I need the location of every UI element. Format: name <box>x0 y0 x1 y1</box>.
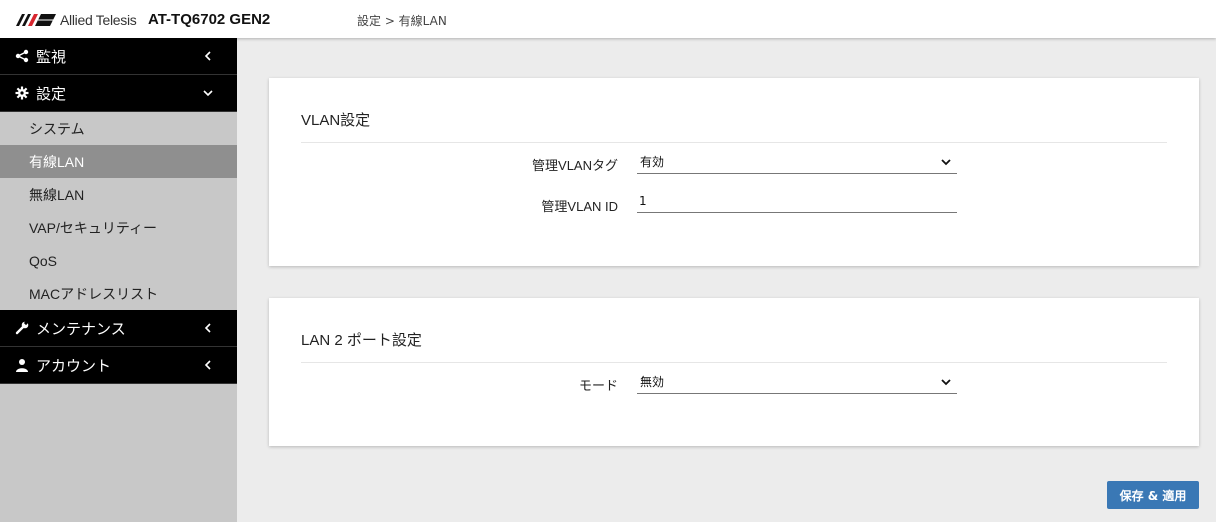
chevron-left-icon <box>204 51 211 61</box>
card-title: LAN 2 ポート設定 <box>301 332 422 349</box>
chevron-left-icon <box>204 360 211 370</box>
sidebar-item-qos[interactable]: QoS <box>0 244 237 277</box>
management-vlan-tag-select[interactable]: 有効 <box>637 150 957 174</box>
card-divider <box>301 362 1167 363</box>
brand-logo: Allied Telesis <box>16 12 137 28</box>
allied-telesis-logo-icon <box>16 14 56 26</box>
sidebar: 監視 設定 システム 有線LAN 無線LAN VAP/セキュリティー QoS M… <box>0 38 237 522</box>
wrench-icon <box>14 320 30 336</box>
select-value: 無効 <box>640 375 665 389</box>
input-value: 1 <box>639 193 647 208</box>
chevron-down-icon <box>203 90 213 97</box>
nav-group-maintenance[interactable]: メンテナンス <box>0 310 237 347</box>
field-label: 管理VLANタグ <box>532 158 618 173</box>
sidebar-item-system[interactable]: システム <box>0 112 237 145</box>
field-label: モード <box>578 378 618 393</box>
nav-group-label: 監視 <box>36 47 67 66</box>
nav-group-label: アカウント <box>36 356 112 375</box>
chevron-down-icon <box>941 379 951 386</box>
nav-group-monitor[interactable]: 監視 <box>0 38 237 75</box>
management-vlan-id-input[interactable]: 1 <box>637 189 957 213</box>
card-title: VLAN設定 <box>301 112 371 129</box>
field-label: 管理VLAN ID <box>541 199 618 214</box>
user-icon <box>14 357 30 373</box>
sidebar-item-vap-security[interactable]: VAP/セキュリティー <box>0 211 237 244</box>
save-apply-button[interactable]: 保存 & 適用 <box>1107 481 1199 509</box>
share-icon <box>14 48 30 64</box>
lan2-port-settings-card: LAN 2 ポート設定 モード 無効 <box>269 298 1199 446</box>
top-header: Allied Telesis AT-TQ6702 GEN2 設定 > 有線LAN <box>0 0 1216 38</box>
gear-icon <box>14 85 30 101</box>
nav-group-label: メンテナンス <box>36 319 126 338</box>
sidebar-item-wired-lan[interactable]: 有線LAN <box>0 145 237 178</box>
chevron-left-icon <box>204 323 211 333</box>
mode-select[interactable]: 無効 <box>637 370 957 394</box>
chevron-down-icon <box>941 159 951 166</box>
select-value: 有効 <box>640 155 665 169</box>
card-divider <box>301 142 1167 143</box>
nav-group-account[interactable]: アカウント <box>0 347 237 384</box>
device-model: AT-TQ6702 GEN2 <box>148 11 271 28</box>
nav-group-settings[interactable]: 設定 <box>0 75 237 112</box>
breadcrumb: 設定 > 有線LAN <box>357 14 447 28</box>
sidebar-item-wireless-lan[interactable]: 無線LAN <box>0 178 237 211</box>
brand-name: Allied Telesis <box>60 12 137 28</box>
sidebar-item-mac-address-list[interactable]: MACアドレスリスト <box>0 277 237 310</box>
vlan-settings-card: VLAN設定 管理VLANタグ 有効 管理VLAN ID 1 <box>269 78 1199 266</box>
nav-group-label: 設定 <box>36 84 67 103</box>
